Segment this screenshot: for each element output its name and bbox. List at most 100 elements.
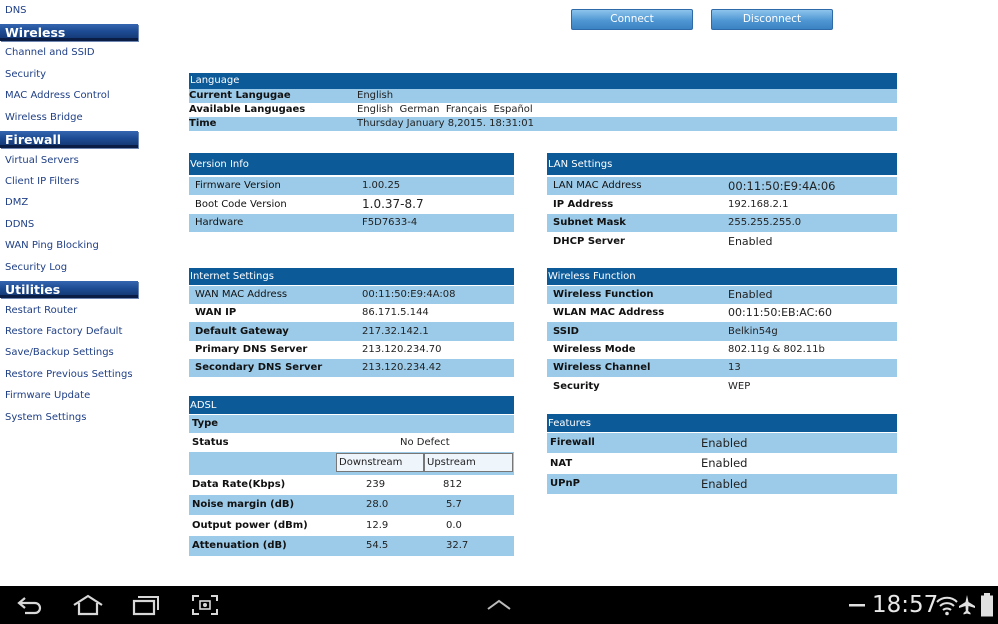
internet-settings-title: Internet Settings: [189, 268, 514, 285]
wan-mac-value: 00:11:50:E9:4A:08: [362, 289, 456, 300]
dhcp-server-label: DHCP Server: [553, 236, 625, 247]
wireless-row: Wireless Function Enabled: [547, 286, 897, 304]
adsl-row: Data Rate(Kbps) 239 812: [189, 475, 514, 495]
sidebar-link-wan-ping-blocking[interactable]: WAN Ping Blocking: [5, 240, 99, 252]
adsl-row: Noise margin (dB) 28.0 5.7: [189, 495, 514, 515]
internet-row: WAN IP 86.171.5.144: [189, 304, 514, 322]
sidebar-link-restart-router[interactable]: Restart Router: [5, 305, 77, 317]
wireless-function-label: Wireless Function: [553, 289, 654, 300]
wireless-channel-label: Wireless Channel: [553, 362, 651, 373]
lan-row: IP Address 192.168.2.1: [547, 195, 897, 214]
adsl-type-row: Type: [189, 415, 514, 433]
firewall-feature-label: Firewall: [550, 437, 595, 448]
adsl-row: Output power (dBm) 12.9 0.0: [189, 515, 514, 536]
recent-apps-icon[interactable]: [132, 594, 160, 616]
boot-code-version-value: 1.0.37-8.7: [362, 197, 424, 211]
output-power-label: Output power (dBm): [192, 520, 308, 531]
wan-ip-value: 86.171.5.144: [362, 307, 429, 318]
disconnect-button[interactable]: Disconnect: [711, 9, 833, 30]
wireless-channel-value: 13: [728, 362, 741, 373]
wifi-icon: [936, 596, 958, 616]
ssid-value: Belkin54g: [728, 326, 778, 337]
sidebar-header-firewall: Firewall: [0, 131, 138, 148]
version-row: Firmware Version 1.00.25: [189, 177, 514, 195]
screenshot-icon[interactable]: [191, 594, 219, 616]
available-languages-label: Available Langugaes: [189, 104, 306, 115]
back-icon[interactable]: [16, 595, 44, 615]
wireless-row: Wireless Channel 13: [547, 359, 897, 377]
sidebar-link-restore-factory-default[interactable]: Restore Factory Default: [5, 326, 122, 338]
adsl-row: Attenuation (dB) 54.5 32.7: [189, 536, 514, 556]
data-rate-up: 812: [443, 479, 463, 490]
sidebar-link-firmware-update[interactable]: Firmware Update: [5, 390, 90, 402]
features-row: Firewall Enabled: [547, 433, 897, 453]
wlan-mac-value: 00:11:50:EB:AC:60: [728, 306, 833, 319]
adsl-type-label: Type: [192, 418, 219, 429]
sidebar-link-ddns[interactable]: DDNS: [5, 219, 34, 231]
wireless-row: WLAN MAC Address 00:11:50:EB:AC:60: [547, 304, 897, 322]
version-info-panel: Version Info Firmware Version 1.00.25 Bo…: [189, 153, 514, 232]
wireless-function-value: Enabled: [728, 288, 773, 301]
sidebar-link-save-backup-settings[interactable]: Save/Backup Settings: [5, 347, 114, 359]
sidebar-link-security[interactable]: Security: [5, 69, 46, 81]
features-row: UPnP Enabled: [547, 474, 897, 494]
upnp-feature-value: Enabled: [701, 477, 748, 491]
hardware-label: Hardware: [195, 217, 244, 228]
sidebar-link-mac-address-control[interactable]: MAC Address Control: [5, 90, 110, 102]
ssid-label: SSID: [553, 326, 579, 337]
sidebar-link-dns[interactable]: DNS: [5, 5, 27, 17]
sidebar-link-security-log[interactable]: Security Log: [5, 262, 67, 274]
time-value: Thursday January 8,2015. 18:31:01: [357, 118, 535, 129]
data-rate-down: 239: [366, 479, 386, 490]
wan-ip-label: WAN IP: [195, 307, 237, 318]
features-panel: Features Firewall Enabled NAT Enabled UP…: [547, 414, 897, 494]
connect-button[interactable]: Connect: [571, 9, 693, 30]
adsl-title: ADSL: [189, 396, 514, 414]
time-label: Time: [189, 118, 217, 129]
lan-settings-title: LAN Settings: [547, 153, 897, 175]
wireless-row: SSID Belkin54g: [547, 322, 897, 341]
home-icon[interactable]: [72, 594, 104, 616]
language-panel: Language Current Langugae English Availa…: [189, 73, 897, 131]
nat-feature-value: Enabled: [701, 456, 748, 470]
sidebar-link-channel-ssid[interactable]: Channel and SSID: [5, 47, 95, 59]
language-row-available: Available Langugaes English German Franç…: [189, 103, 897, 117]
ip-address-value: 192.168.2.1: [728, 199, 789, 210]
adsl-status-value: No Defect: [400, 437, 450, 448]
output-power-up: 0.0: [446, 520, 462, 531]
system-navigation-bar: 18:57: [0, 586, 998, 624]
sidebar-link-restore-previous-settings[interactable]: Restore Previous Settings: [5, 369, 133, 381]
primary-dns-label: Primary DNS Server: [195, 344, 308, 355]
features-title: Features: [547, 414, 897, 432]
lan-row: DHCP Server Enabled: [547, 232, 897, 251]
sidebar-link-system-settings[interactable]: System Settings: [5, 412, 86, 424]
primary-dns-value: 213.120.234.70: [362, 344, 442, 355]
noise-margin-up: 5.7: [446, 499, 462, 510]
language-row-current: Current Langugae English: [189, 89, 897, 103]
wireless-function-title: Wireless Function: [547, 268, 897, 285]
wireless-function-panel: Wireless Function Wireless Function Enab…: [547, 268, 897, 396]
security-value: WEP: [728, 381, 751, 392]
noise-margin-label: Noise margin (dB): [192, 499, 295, 510]
data-rate-label: Data Rate(Kbps): [192, 479, 286, 490]
sidebar-link-dmz[interactable]: DMZ: [5, 197, 28, 209]
attenuation-up: 32.7: [446, 540, 469, 551]
internet-row: Secondary DNS Server 213.120.234.42: [189, 359, 514, 377]
wan-mac-label: WAN MAC Address: [195, 289, 288, 300]
adsl-status-label: Status: [192, 437, 229, 448]
wireless-mode-value: 802.11g & 802.11b: [728, 344, 825, 355]
version-row: Hardware F5D7633-4: [189, 214, 514, 232]
sidebar-link-virtual-servers[interactable]: Virtual Servers: [5, 155, 79, 167]
available-languages-value: English German Français Español: [357, 104, 533, 115]
subnet-mask-value: 255.255.255.0: [728, 217, 802, 228]
sidebar-link-wireless-bridge[interactable]: Wireless Bridge: [5, 112, 83, 124]
secondary-dns-label: Secondary DNS Server: [195, 362, 323, 373]
lan-settings-panel: LAN Settings LAN MAC Address 00:11:50:E9…: [547, 153, 897, 251]
minus-icon: [849, 604, 865, 607]
internet-row: Default Gateway 217.32.142.1: [189, 322, 514, 341]
wireless-mode-label: Wireless Mode: [553, 344, 636, 355]
chevron-up-icon[interactable]: [486, 598, 512, 612]
current-language-label: Current Langugae: [189, 90, 291, 101]
adsl-header-row: Downstream Upstream: [189, 452, 514, 475]
sidebar-link-client-ip-filters[interactable]: Client IP Filters: [5, 176, 79, 188]
